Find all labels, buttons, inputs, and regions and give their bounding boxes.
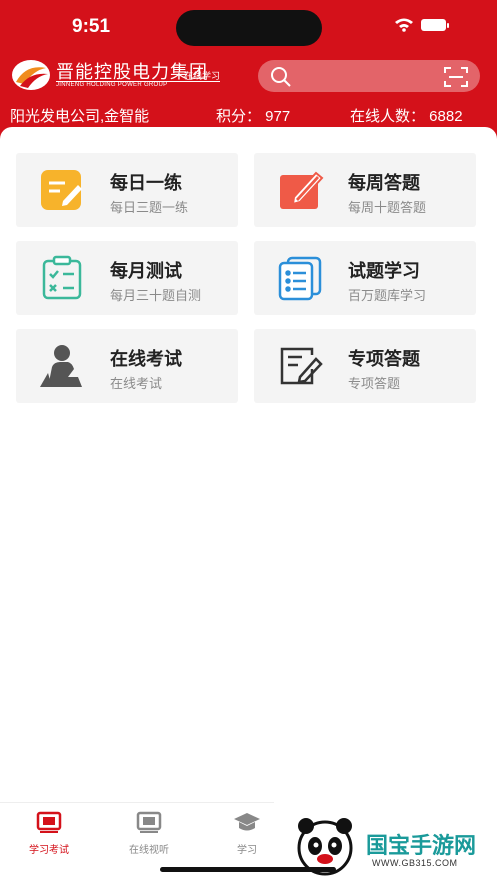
user-points: 积分： 977 (216, 108, 291, 125)
logo-emblem-icon (12, 60, 50, 90)
card-subtitle: 每月三十题自测 (110, 288, 202, 303)
card-title: 每日一练 (110, 173, 182, 193)
status-time: 9:51 (72, 16, 111, 37)
online-count: 在线人数： 6882 (350, 108, 463, 125)
search-bar[interactable] (258, 60, 480, 92)
tab-online-av[interactable]: 在线视听 (114, 811, 184, 856)
person-desk-icon (38, 343, 86, 389)
card-title: 试题学习 (348, 261, 420, 281)
status-bar: 9:51 (0, 0, 497, 52)
edit-form-icon (276, 343, 324, 389)
document-list-icon (276, 255, 324, 301)
user-info-bar: 阳光发电公司,金智能 积分： 977 在线人数： 6882 (0, 102, 497, 128)
card-daily-practice[interactable]: 每日一练 每日三题一练 (16, 153, 238, 227)
card-online-exam[interactable]: 在线考试 在线考试 (16, 329, 238, 403)
user-company: 阳光发电公司,金智能 (10, 108, 150, 125)
card-special-quiz[interactable]: 专项答题 专项答题 (254, 329, 476, 403)
tab-study[interactable]: 学习 (212, 811, 282, 856)
dynamic-island (176, 10, 322, 46)
logo-tagline: 在线学习 (184, 71, 221, 81)
clipboard-check-icon (38, 255, 86, 301)
card-monthly-test[interactable]: 每月测试 每月三十题自测 (16, 241, 238, 315)
battery-icon (421, 19, 449, 31)
card-question-study[interactable]: 试题学习 百万题库学习 (254, 241, 476, 315)
card-subtitle: 每日三题一练 (110, 200, 189, 215)
scan-icon[interactable] (444, 66, 468, 93)
card-subtitle: 每周十题答题 (348, 200, 427, 215)
wifi-icon (395, 18, 413, 32)
main-panel: 每日一练 每日三题一练 每周答题 每周十题答题 每月测试 每月三十题自测 试题学… (0, 127, 497, 802)
graduation-cap-icon (233, 813, 261, 837)
tab-label: 学习 (237, 845, 257, 856)
search-icon[interactable] (270, 66, 292, 93)
video-icon (136, 811, 162, 837)
tab-label: 在线视听 (129, 845, 169, 856)
tab-study-exam[interactable]: 学习考试 (14, 811, 84, 856)
card-title: 专项答题 (348, 349, 420, 369)
card-title: 每周答题 (348, 173, 420, 193)
card-weekly-quiz[interactable]: 每周答题 每周十题答题 (254, 153, 476, 227)
pen-paper-icon (276, 167, 324, 213)
card-subtitle: 百万题库学习 (348, 288, 427, 303)
logo-text-en: JINNENG HOLDING POWER GROUP (56, 82, 168, 88)
card-subtitle: 专项答题 (348, 376, 401, 391)
watermark-name: 国宝手游网 (366, 834, 477, 859)
tab-label: 学习考试 (29, 845, 69, 856)
pencil-note-icon (38, 167, 86, 213)
card-subtitle: 在线考试 (110, 376, 163, 391)
card-title: 每月测试 (110, 261, 182, 281)
card-title: 在线考试 (110, 349, 182, 369)
home-indicator[interactable] (160, 867, 336, 872)
watermark-url: WWW.GB315.COM (372, 858, 458, 868)
status-icons (393, 17, 453, 38)
exam-icon (36, 811, 62, 837)
